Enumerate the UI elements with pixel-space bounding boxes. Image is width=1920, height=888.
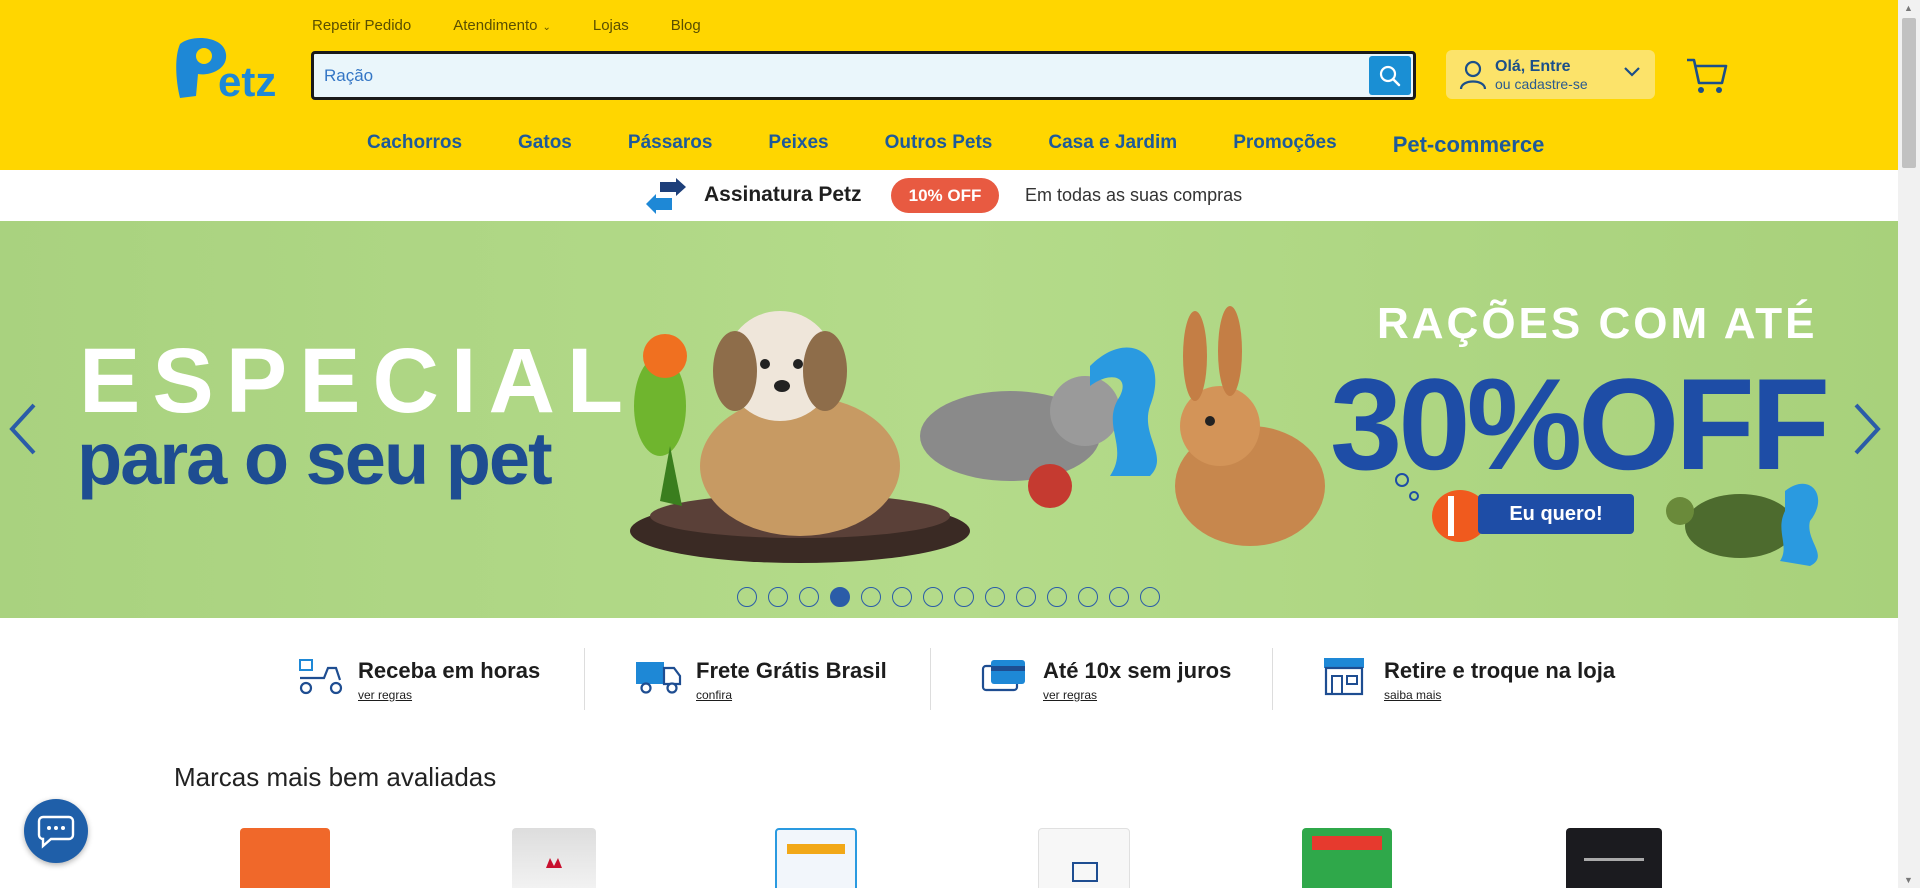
- search-button[interactable]: [1369, 56, 1411, 95]
- banner-subheadline: para o seu pet: [77, 417, 553, 500]
- stores-link[interactable]: Lojas: [593, 17, 629, 34]
- store-icon: [1324, 658, 1364, 696]
- royal-canin-crown-icon: [546, 858, 562, 868]
- carousel-dot[interactable]: [985, 587, 1005, 607]
- benefit-free-shipping: Frete Grátis Brasil confira: [634, 648, 914, 712]
- carousel-dot[interactable]: [892, 587, 912, 607]
- product-image[interactable]: [775, 828, 857, 888]
- petz-logo[interactable]: etz: [172, 36, 290, 105]
- nav-item-passaros[interactable]: Pássaros: [628, 132, 713, 158]
- nav-item-pet-commerce[interactable]: Pet-commerce: [1393, 132, 1545, 158]
- nav-item-outros-pets[interactable]: Outros Pets: [885, 132, 993, 158]
- benefit-link[interactable]: ver regras: [1043, 688, 1097, 702]
- search-bar: [311, 51, 1416, 100]
- carousel-dot[interactable]: [954, 587, 974, 607]
- carousel-dot[interactable]: [1109, 587, 1129, 607]
- truck-icon: [636, 662, 682, 694]
- nav-item-casa-e-jardim[interactable]: Casa e Jardim: [1048, 132, 1177, 158]
- nav-item-cachorros[interactable]: Cachorros: [367, 132, 462, 158]
- hills-logo: [1072, 862, 1098, 882]
- svg-text:etz: etz: [218, 58, 276, 102]
- main-nav: Cachorros Gatos Pássaros Peixes Outros P…: [367, 132, 1544, 158]
- carousel-dot[interactable]: [861, 587, 881, 607]
- nav-item-peixes[interactable]: Peixes: [768, 132, 828, 158]
- support-link[interactable]: Atendimento ⌄: [453, 17, 551, 34]
- carousel-dot[interactable]: [1140, 587, 1160, 607]
- product-image[interactable]: [1038, 828, 1130, 888]
- blog-link[interactable]: Blog: [671, 17, 701, 34]
- subscription-arrows-icon: [646, 178, 686, 214]
- carousel-dot[interactable]: [1078, 587, 1098, 607]
- search-input[interactable]: [324, 64, 1324, 88]
- account-greeting: Olá, Entre: [1495, 58, 1571, 75]
- chevron-down-icon: ⌄: [542, 22, 551, 33]
- product-image[interactable]: [240, 828, 330, 888]
- cart-button[interactable]: [1686, 57, 1728, 100]
- account-menu[interactable]: Olá, Entre ou cadastre-se: [1446, 50, 1655, 99]
- divider: [930, 648, 931, 710]
- benefit-link[interactable]: ver regras: [358, 688, 412, 702]
- promo-line-1: RAÇÕES COM ATÉ: [1377, 299, 1818, 348]
- repeat-order-link[interactable]: Repetir Pedido: [312, 17, 411, 34]
- account-signup: ou cadastre-se: [1495, 76, 1588, 92]
- benefit-title: Receba em horas: [358, 658, 541, 683]
- support-label: Atendimento: [453, 17, 538, 34]
- scrollbar-thumb[interactable]: [1902, 18, 1916, 168]
- subscription-title: Assinatura Petz: [704, 183, 862, 206]
- benefits-bar: Receba em horas ver regras Frete Grátis …: [0, 618, 1898, 718]
- bravecto-logo: [787, 844, 845, 854]
- product-image[interactable]: [1302, 828, 1392, 888]
- credit-card-icon: [981, 660, 1025, 692]
- user-icon: [1459, 60, 1487, 90]
- scroll-down-arrow-icon[interactable]: ▼: [1904, 875, 1913, 885]
- subscription-subtitle: Em todas as suas compras: [1025, 185, 1243, 205]
- nav-item-promocoes[interactable]: Promoções: [1233, 132, 1336, 158]
- benefit-link[interactable]: confira: [696, 688, 732, 702]
- carousel-dot[interactable]: [1016, 587, 1036, 607]
- divider: [584, 648, 585, 710]
- carousel-dot[interactable]: [923, 587, 943, 607]
- benefit-title: Retire e troque na loja: [1384, 658, 1616, 683]
- divider: [1272, 648, 1273, 710]
- top-links: Repetir Pedido Atendimento ⌄ Lojas Blog: [312, 17, 701, 34]
- delivery-scooter-icon: [299, 659, 343, 695]
- scroll-up-arrow-icon[interactable]: ▲: [1904, 3, 1913, 13]
- benefit-title: Frete Grátis Brasil: [696, 658, 887, 683]
- chat-bubble-icon: [37, 815, 75, 849]
- product-image[interactable]: [1566, 828, 1662, 888]
- chevron-down-icon: [1624, 67, 1640, 77]
- petz-bag-logo: [1312, 836, 1382, 850]
- subscription-strip[interactable]: Assinatura Petz 10% OFF Em todas as suas…: [0, 170, 1898, 221]
- page-scrollbar[interactable]: ▲ ▼: [1898, 0, 1920, 888]
- benefit-installments: Até 10x sem juros ver regras: [981, 648, 1261, 712]
- site-header: Repetir Pedido Atendimento ⌄ Lojas Blog e…: [0, 0, 1898, 170]
- benefit-store-pickup: Retire e troque na loja saiba mais: [1322, 648, 1622, 712]
- carousel-prev-arrow-icon[interactable]: [6, 401, 40, 457]
- hero-banner[interactable]: ESPECIAL para o seu pet RAÇÕES COM ATÉ 3…: [0, 221, 1898, 618]
- benefit-title: Até 10x sem juros: [1043, 658, 1232, 683]
- search-icon: [1379, 65, 1401, 86]
- carousel-dot[interactable]: [799, 587, 819, 607]
- carousel-dots: [737, 587, 1160, 607]
- brands-section-title: Marcas mais bem avaliadas: [174, 762, 497, 792]
- carousel-dot[interactable]: [830, 587, 850, 607]
- carousel-dot[interactable]: [1047, 587, 1067, 607]
- proplan-logo: [1584, 858, 1644, 861]
- benefit-link[interactable]: saiba mais: [1384, 688, 1441, 702]
- carousel-dot[interactable]: [737, 587, 757, 607]
- product-image[interactable]: [512, 828, 596, 888]
- chat-button[interactable]: [24, 799, 88, 863]
- carousel-next-arrow-icon[interactable]: [1850, 401, 1884, 457]
- brands-carousel: [0, 822, 1898, 888]
- carousel-dot[interactable]: [768, 587, 788, 607]
- benefit-delivery: Receba em horas ver regras: [296, 648, 576, 712]
- banner-pets-illustration: [630, 306, 1325, 563]
- nav-item-gatos[interactable]: Gatos: [518, 132, 572, 158]
- banner-cta-button[interactable]: Eu quero!: [1478, 494, 1634, 534]
- cart-icon: [1687, 58, 1728, 93]
- subscription-badge: 10% OFF: [891, 178, 999, 213]
